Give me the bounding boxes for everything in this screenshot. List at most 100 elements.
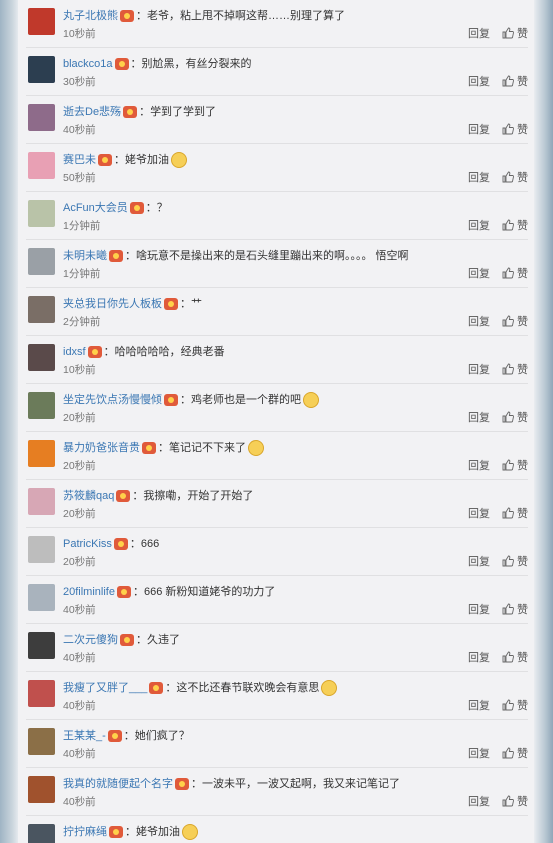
- avatar[interactable]: [28, 584, 55, 611]
- like-label: 赞: [517, 76, 528, 88]
- avatar[interactable]: [28, 392, 55, 419]
- like-button[interactable]: 赞: [502, 411, 528, 424]
- reply-button[interactable]: 回复: [468, 412, 490, 424]
- avatar[interactable]: [28, 344, 55, 371]
- reply-button[interactable]: 回复: [468, 508, 490, 520]
- reply-button[interactable]: 回复: [468, 652, 490, 664]
- reply-button[interactable]: 回复: [468, 76, 490, 88]
- comment-actions: 回复 赞: [468, 795, 528, 809]
- emoji-icon: [182, 824, 198, 841]
- reply-button[interactable]: 回复: [468, 268, 490, 280]
- separator: ：: [125, 826, 136, 838]
- username-link[interactable]: 夹总我日你先人板板: [63, 298, 162, 310]
- reply-button[interactable]: 回复: [468, 172, 490, 184]
- like-button[interactable]: 赞: [502, 555, 528, 568]
- username-link[interactable]: 王某某_-: [63, 730, 106, 742]
- like-button[interactable]: 赞: [502, 363, 528, 376]
- avatar[interactable]: [28, 680, 55, 707]
- like-button[interactable]: 赞: [502, 651, 528, 664]
- like-button[interactable]: 赞: [502, 459, 528, 472]
- comment-actions: 回复 赞: [468, 219, 528, 233]
- like-label: 赞: [517, 604, 528, 616]
- like-button[interactable]: 赞: [502, 219, 528, 232]
- separator: ：: [158, 442, 169, 454]
- reply-button[interactable]: 回复: [468, 604, 490, 616]
- username-link[interactable]: 我真的就随便起个名字: [63, 778, 173, 790]
- like-button[interactable]: 赞: [502, 267, 528, 280]
- reply-button[interactable]: 回复: [468, 556, 490, 568]
- separator: ：: [129, 538, 141, 550]
- username-link[interactable]: PatricKiss: [63, 538, 112, 550]
- avatar[interactable]: [28, 104, 55, 131]
- reply-button[interactable]: 回复: [468, 460, 490, 472]
- like-button[interactable]: 赞: [502, 795, 528, 808]
- username-link[interactable]: 逝去De悲殇: [63, 106, 121, 118]
- username-link[interactable]: AcFun大会员: [63, 202, 128, 214]
- comment-item: 我瘦了又胖了___ ：这不比还春节联欢晚会有意思 40秒前 回复 赞: [26, 672, 528, 720]
- username-link[interactable]: 坐定先饮点汤慢慢倾: [63, 394, 162, 406]
- like-label: 赞: [517, 220, 528, 232]
- like-label: 赞: [517, 652, 528, 664]
- reply-button[interactable]: 回复: [468, 124, 490, 136]
- reply-button[interactable]: 回复: [468, 796, 490, 808]
- reply-button[interactable]: 回复: [468, 220, 490, 232]
- like-button[interactable]: 赞: [502, 603, 528, 616]
- username-link[interactable]: 二次元傻狗: [63, 634, 118, 646]
- comment-actions: 回复 赞: [468, 315, 528, 329]
- like-button[interactable]: 赞: [502, 747, 528, 760]
- like-label: 赞: [517, 172, 528, 184]
- reply-button[interactable]: 回复: [468, 364, 490, 376]
- username-link[interactable]: 暴力奶爸张音贵: [63, 442, 140, 454]
- thumbs-up-icon: [502, 123, 514, 135]
- vip-badge-icon: [142, 442, 156, 455]
- username-link[interactable]: 拧拧麻绳: [63, 826, 107, 838]
- comment-item: 逝去De悲殇 ：学到了学到了 40秒前 回复 赞: [26, 96, 528, 144]
- thumbs-up-icon: [502, 699, 514, 711]
- avatar[interactable]: [28, 56, 55, 83]
- avatar[interactable]: [28, 152, 55, 179]
- reply-button[interactable]: 回复: [468, 748, 490, 760]
- separator: ：: [123, 730, 135, 742]
- separator: ：: [139, 106, 151, 118]
- avatar[interactable]: [28, 488, 55, 515]
- like-button[interactable]: 赞: [502, 27, 528, 40]
- username-link[interactable]: 丸子北极熊: [63, 10, 118, 22]
- like-button[interactable]: 赞: [502, 75, 528, 88]
- vip-badge-icon: [116, 586, 131, 599]
- avatar[interactable]: [28, 8, 55, 35]
- avatar[interactable]: [28, 296, 55, 323]
- reply-button[interactable]: 回复: [468, 28, 490, 40]
- reply-button[interactable]: 回复: [468, 700, 490, 712]
- username-link[interactable]: 赛巴未: [63, 154, 96, 166]
- username-link[interactable]: idxsf: [63, 346, 86, 358]
- like-button[interactable]: 赞: [502, 123, 528, 136]
- avatar[interactable]: [28, 440, 55, 467]
- avatar[interactable]: [28, 536, 55, 563]
- username-link[interactable]: blackco1a: [63, 58, 113, 70]
- like-button[interactable]: 赞: [502, 507, 528, 520]
- vip-badge-icon: [98, 154, 112, 167]
- avatar[interactable]: [28, 200, 55, 227]
- username-link[interactable]: 我瘦了又胖了___: [63, 682, 147, 694]
- separator: ：: [145, 202, 157, 214]
- avatar[interactable]: [28, 632, 55, 659]
- avatar[interactable]: [28, 728, 55, 755]
- timestamp: 20秒前: [63, 556, 96, 568]
- username-link[interactable]: 20filminlife: [63, 586, 115, 598]
- vip-badge-icon: [109, 826, 123, 839]
- comment-item: PatricKiss ：666 20秒前 回复 赞: [26, 528, 528, 576]
- avatar[interactable]: [28, 824, 55, 843]
- like-button[interactable]: 赞: [502, 171, 528, 184]
- like-button[interactable]: 赞: [502, 699, 528, 712]
- avatar[interactable]: [28, 248, 55, 275]
- avatar[interactable]: [28, 776, 55, 803]
- comment-text: 我擦嘞，开始了开始了: [143, 490, 254, 502]
- username-link[interactable]: 未明未曦: [63, 250, 107, 262]
- username-link[interactable]: 苏筱麟qaq: [63, 490, 114, 502]
- like-label: 赞: [517, 412, 528, 424]
- timestamp: 40秒前: [63, 652, 96, 664]
- comment-text: 姥爷加油: [136, 826, 180, 838]
- comment-line: 我瘦了又胖了___ ：这不比还春节联欢晚会有意思: [63, 680, 338, 697]
- reply-button[interactable]: 回复: [468, 316, 490, 328]
- like-button[interactable]: 赞: [502, 315, 528, 328]
